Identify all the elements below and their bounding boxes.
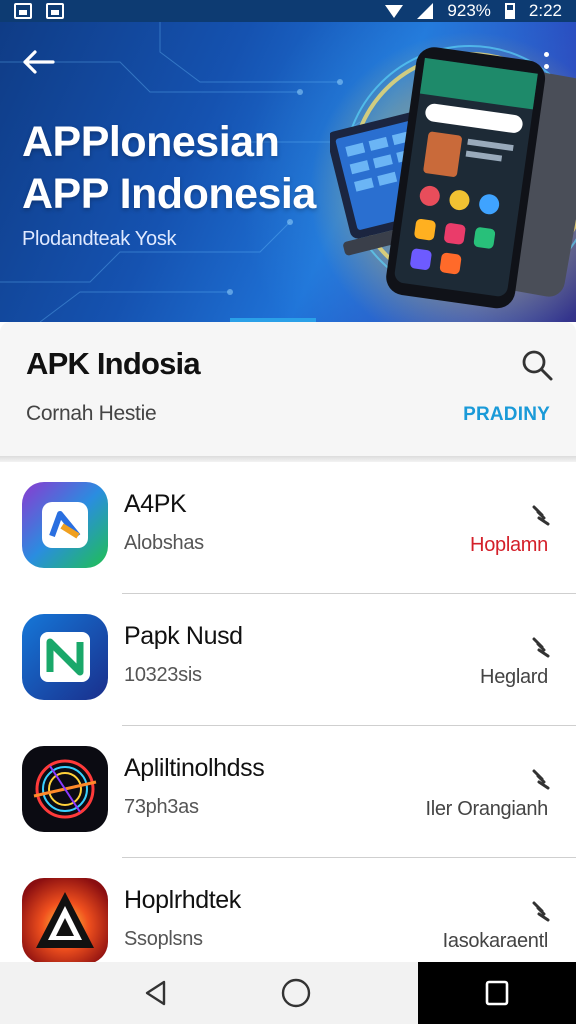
app-tag: Iler Orangianh — [425, 798, 548, 820]
app-name: Hoplrhdtek — [124, 886, 241, 914]
clock: 2:22 — [528, 1, 562, 20]
hero-title: APPlonesian APP Indonesia — [22, 116, 316, 220]
app-icon-red-triangle — [22, 878, 108, 962]
system-nav-bar — [0, 962, 576, 1024]
app-icon-neon-ring — [22, 746, 108, 832]
battery-text: 923% — [447, 1, 491, 20]
pin-icon[interactable] — [530, 504, 552, 526]
circle-home-icon — [281, 978, 311, 1008]
header-subtitle: Cornah Hestie — [26, 402, 157, 425]
app-tag: Heglard — [480, 666, 548, 688]
list-item[interactable]: A4PK Alobshas Hoplamn — [0, 462, 576, 594]
status-bar: 923% 2:22 — [0, 0, 576, 22]
app-meta: Ssoplsns — [124, 928, 203, 950]
app-icon-blue-n — [22, 614, 108, 700]
battery-icon — [504, 3, 515, 19]
app-tag: Iasokaraentl — [442, 930, 549, 952]
gallery-notification-icon — [14, 3, 32, 19]
app-name: Papk Nusd — [124, 622, 243, 650]
triangle-back-icon — [145, 980, 166, 1006]
app-meta: 73ph3as — [124, 796, 199, 818]
wifi-icon — [385, 4, 404, 18]
signal-icon — [417, 3, 434, 19]
header-card: APK Indosia Cornah Hestie PRADINY — [0, 322, 576, 456]
app-tag: Hoplamn — [470, 534, 548, 556]
page-title: APK Indosia — [26, 346, 201, 381]
hero-title-line1: APPlonesian — [22, 118, 280, 166]
hero-subtitle: Plodandteak Yosk — [22, 228, 177, 250]
list-item[interactable]: Hoplrhdtek Ssoplsns Iasokaraentl — [0, 858, 576, 962]
app-name: A4PK — [124, 490, 187, 518]
list-item[interactable]: Apliltinolhdss 73ph3as Iler Orangianh — [0, 726, 576, 858]
pin-icon[interactable] — [530, 900, 552, 922]
hero-banner: APPlonesian APP Indonesia Plodandteak Yo… — [0, 22, 576, 322]
status-right: 923% 2:22 — [385, 1, 562, 21]
search-icon — [522, 350, 553, 381]
header-action-link[interactable]: PRADINY — [463, 404, 550, 426]
nav-back-button[interactable] — [86, 962, 226, 1024]
list-item[interactable]: Papk Nusd 10323sis Heglard — [0, 594, 576, 726]
app-list: A4PK Alobshas Hoplamn Papk Nusd 10323sis — [0, 462, 576, 962]
app-name: Apliltinolhdss — [124, 754, 265, 782]
hero-title-line2: APP Indonesia — [22, 170, 316, 218]
back-arrow-button[interactable] — [18, 44, 58, 80]
search-button[interactable] — [520, 348, 554, 382]
app-meta: 10323sis — [124, 664, 202, 686]
app-meta: Alobshas — [124, 532, 204, 554]
nav-home-button[interactable] — [226, 962, 366, 1024]
image-notification-icon — [46, 3, 64, 19]
hero-devices-illustration — [330, 45, 576, 309]
back-arrow-icon — [23, 50, 55, 74]
square-recents-icon — [485, 980, 509, 1006]
hero-page-indicator — [230, 318, 316, 322]
pin-icon[interactable] — [530, 768, 552, 790]
app-icon-gradient-arrow — [22, 482, 108, 568]
nav-recents-button[interactable] — [418, 962, 576, 1024]
pin-icon[interactable] — [530, 636, 552, 658]
status-left — [14, 3, 64, 19]
